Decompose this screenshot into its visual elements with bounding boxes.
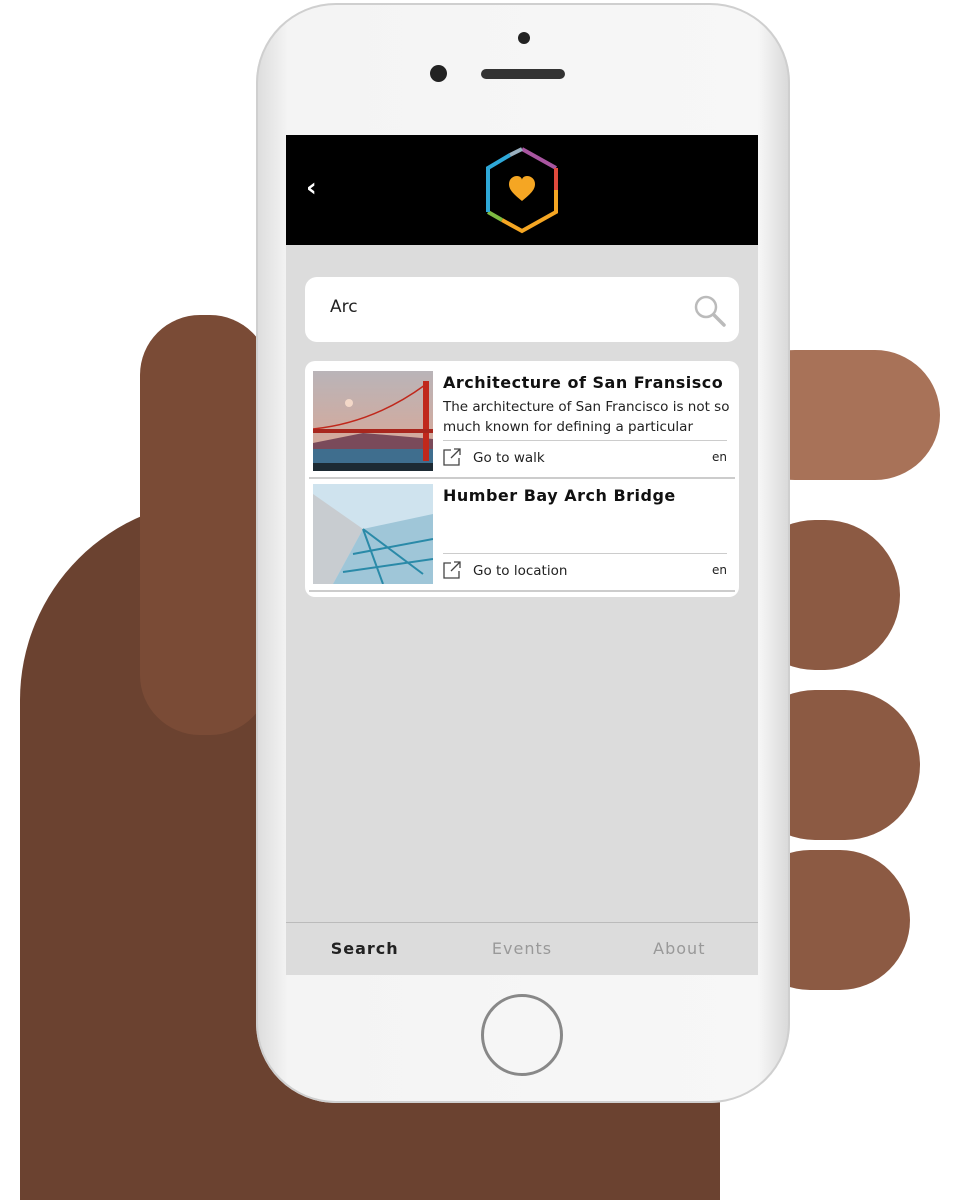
language-label: en	[712, 450, 727, 464]
tab-events[interactable]: Events	[443, 923, 600, 975]
result-footer: Go to walk en	[443, 440, 727, 474]
language-label: en	[712, 563, 727, 577]
external-link-icon[interactable]	[443, 448, 461, 466]
result-title[interactable]: Architecture of San Fransisco	[443, 373, 723, 392]
sensor	[518, 32, 530, 44]
external-link-icon[interactable]	[443, 561, 461, 579]
divider	[309, 590, 735, 592]
tab-search[interactable]: Search	[286, 923, 443, 975]
app-screen: ‹ Architecture of San Fransisco The arch…	[286, 135, 758, 975]
result-item[interactable]: Architecture of San Fransisco The archit…	[305, 361, 739, 475]
result-item[interactable]: Humber Bay Arch Bridge Go to location en	[305, 474, 739, 588]
bottom-tab-bar: Search Events About	[286, 922, 758, 975]
home-button[interactable]	[481, 994, 563, 1076]
tab-about[interactable]: About	[601, 923, 758, 975]
search-bar	[305, 277, 739, 342]
back-button[interactable]: ‹	[306, 173, 317, 203]
golden-gate-thumbnail	[313, 371, 433, 471]
front-camera	[430, 65, 447, 82]
search-input[interactable]	[330, 297, 670, 317]
arch-bridge-thumbnail	[313, 484, 433, 584]
earpiece-speaker	[481, 69, 565, 79]
hexagon-heart-logo	[486, 147, 558, 234]
search-icon[interactable]	[693, 294, 727, 328]
result-title[interactable]: Humber Bay Arch Bridge	[443, 486, 676, 505]
hand-thumb	[140, 315, 270, 735]
result-footer: Go to location en	[443, 553, 727, 587]
results-list: Architecture of San Fransisco The archit…	[305, 361, 739, 597]
result-description: The architecture of San Francisco is not…	[443, 399, 730, 435]
top-bar: ‹	[286, 135, 758, 245]
go-to-walk-link[interactable]: Go to walk	[473, 450, 545, 466]
go-to-location-link[interactable]: Go to location	[473, 563, 567, 579]
